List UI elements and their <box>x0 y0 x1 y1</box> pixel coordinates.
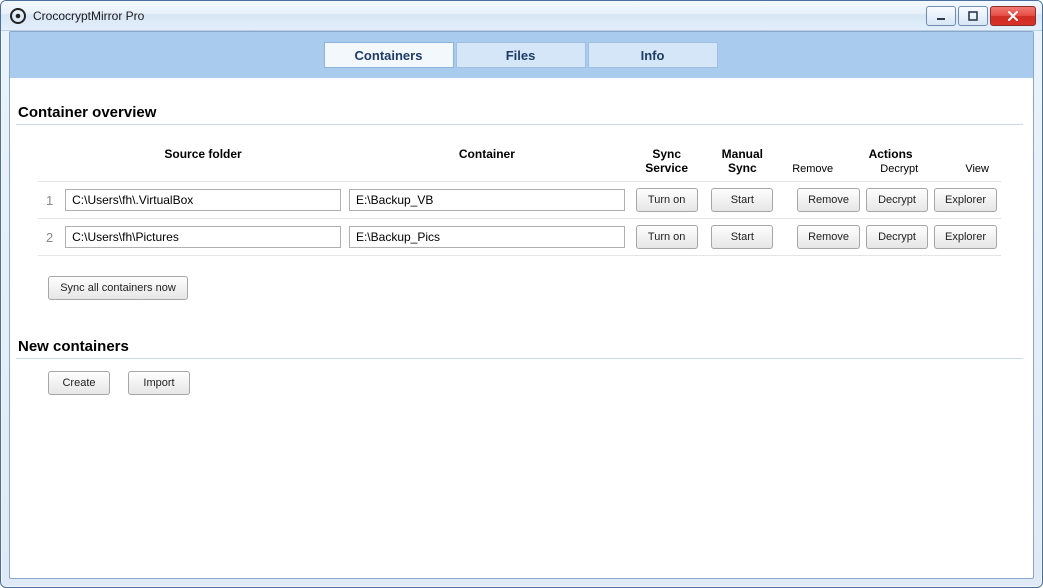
close-button[interactable] <box>990 6 1036 26</box>
tab-containers[interactable]: Containers <box>324 42 454 68</box>
col-source-folder: Source folder <box>61 143 345 182</box>
scroll-viewport[interactable]: Containers Files Info Container overview <box>10 32 1033 578</box>
window-controls <box>924 6 1036 26</box>
explorer-button[interactable]: Explorer <box>934 188 997 212</box>
container-path-input[interactable] <box>349 226 625 248</box>
section-title-overview: Container overview <box>18 104 1023 121</box>
remove-button[interactable]: Remove <box>797 225 860 249</box>
sync-all-button[interactable]: Sync all containers now <box>48 276 188 300</box>
table-row: 2 Turn on Start Remove Decrypt <box>38 219 1001 256</box>
decrypt-button[interactable]: Decrypt <box>866 225 928 249</box>
decrypt-button[interactable]: Decrypt <box>866 188 928 212</box>
client-area: Containers Files Info Container overview <box>9 31 1034 579</box>
create-button[interactable]: Create <box>48 371 110 395</box>
section-rule <box>16 358 1023 359</box>
manual-sync-button[interactable]: Start <box>711 188 773 212</box>
row-number: 2 <box>38 219 61 256</box>
source-folder-input[interactable] <box>65 226 341 248</box>
container-path-input[interactable] <box>349 189 625 211</box>
col-sub-remove: Remove <box>792 163 833 175</box>
col-sync-service: Sync Service <box>629 143 705 182</box>
manual-sync-button[interactable]: Start <box>711 225 773 249</box>
app-window: CrococryptMirror Pro Containers <box>0 0 1043 588</box>
source-folder-input[interactable] <box>65 189 341 211</box>
col-container: Container <box>345 143 629 182</box>
titlebar: CrococryptMirror Pro <box>1 1 1042 31</box>
section-rule <box>16 124 1023 125</box>
app-title: CrococryptMirror Pro <box>33 9 144 23</box>
import-button[interactable]: Import <box>128 371 190 395</box>
app-icon <box>9 7 27 25</box>
nav-banner: Containers Files Info <box>10 32 1033 78</box>
col-manual-sync: Manual Sync <box>705 143 781 182</box>
col-sub-view: View <box>965 163 989 175</box>
table-row: 1 Turn on Start Remove Decrypt <box>38 182 1001 219</box>
minimize-button[interactable] <box>926 6 956 26</box>
explorer-button[interactable]: Explorer <box>934 225 997 249</box>
section-title-new: New containers <box>18 338 1023 355</box>
col-sub-decrypt: Decrypt <box>880 163 918 175</box>
sync-service-button[interactable]: Turn on <box>636 188 698 212</box>
row-number: 1 <box>38 182 61 219</box>
remove-button[interactable]: Remove <box>797 188 860 212</box>
tab-info[interactable]: Info <box>588 42 718 68</box>
sync-service-button[interactable]: Turn on <box>636 225 698 249</box>
container-table: Source folder Container Sync Service Man… <box>38 143 1001 256</box>
maximize-button[interactable] <box>958 6 988 26</box>
tab-files[interactable]: Files <box>456 42 586 68</box>
col-actions: Actions Remove Decrypt View <box>780 143 1001 182</box>
